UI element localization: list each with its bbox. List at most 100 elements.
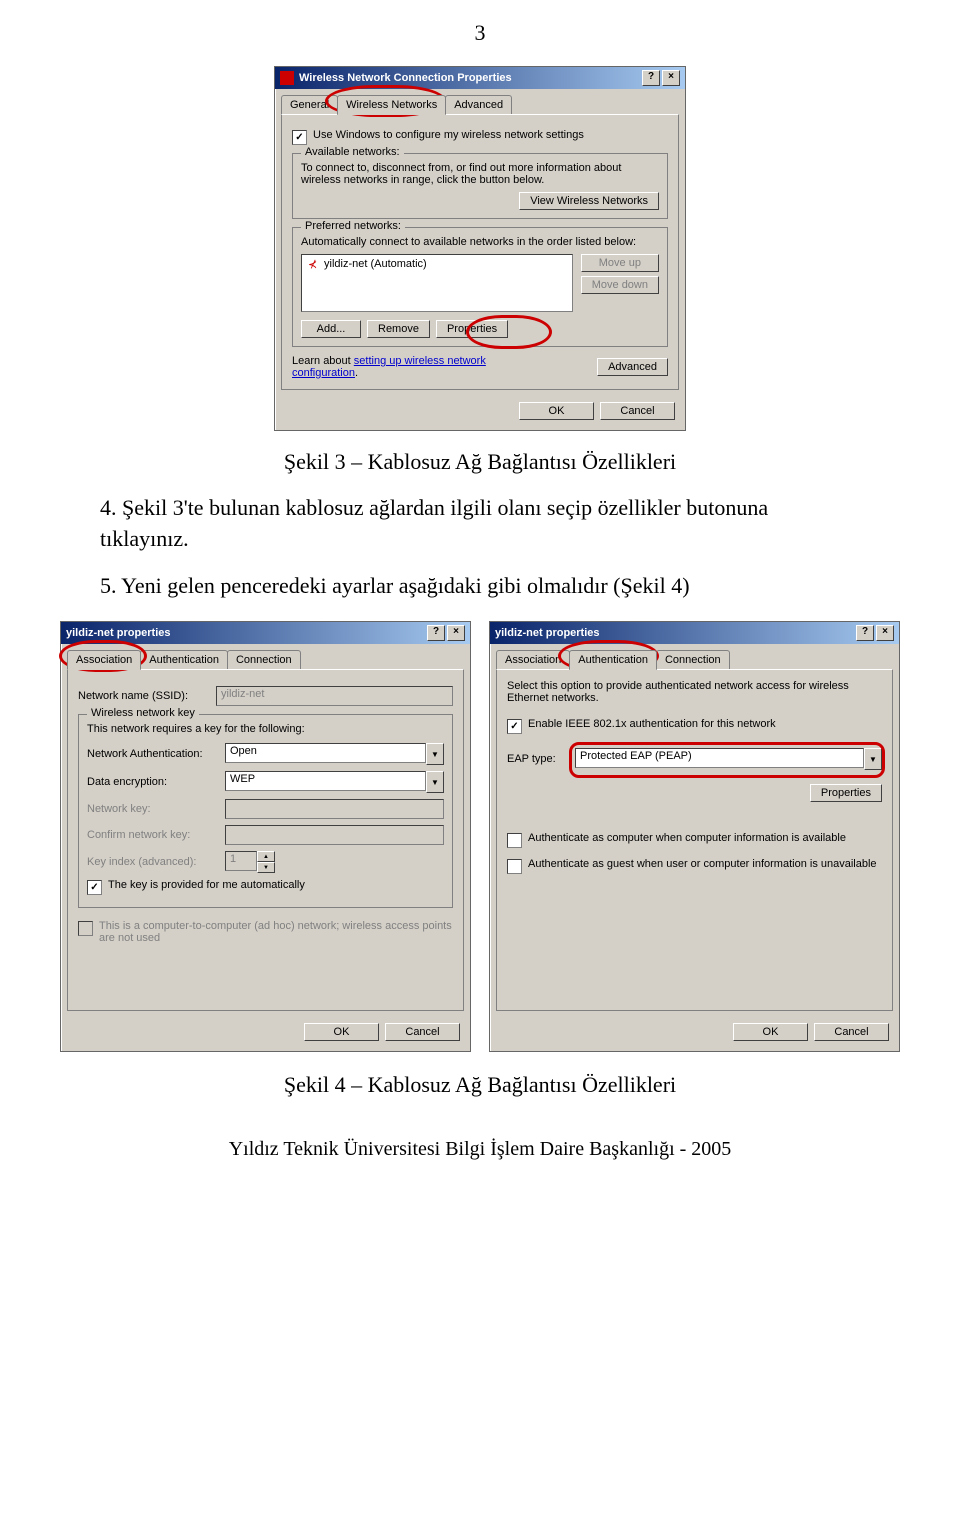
tab-general[interactable]: General [281,95,338,114]
auth-value: Open [225,743,426,763]
confirm-label: Confirm network key: [87,829,217,841]
tabs: Association Authentication Connection [61,644,470,669]
auth-description: Select this option to provide authentica… [507,680,882,704]
auth-computer-label: Authenticate as computer when computer i… [528,832,846,844]
add-button[interactable]: Add... [301,320,361,338]
figure4-caption: Şekil 4 – Kablosuz Ağ Bağlantısı Özellik… [60,1072,900,1098]
instruction-5: 5. Yeni gelen penceredeki ayarlar aşağıd… [100,571,860,602]
figure3-caption: Şekil 3 – Kablosuz Ağ Bağlantısı Özellik… [60,449,900,475]
learn-text: Learn about [292,355,354,367]
adhoc-label: This is a computer-to-computer (ad hoc) … [99,920,453,944]
chevron-down-icon[interactable]: ▼ [426,771,444,793]
view-wireless-button[interactable]: View Wireless Networks [519,192,659,210]
use-windows-checkbox[interactable] [292,130,307,145]
yildiz-properties-association-dialog: yildiz-net properties ? × Association Au… [60,621,471,1052]
ok-button[interactable]: OK [519,402,594,420]
encryption-value: WEP [225,771,426,791]
tab-content: Use Windows to configure my wireless net… [281,114,679,390]
titlebar: yildiz-net properties ? × [490,622,899,644]
chevron-down-icon[interactable]: ▼ [864,748,882,770]
move-up-button[interactable]: Move up [581,254,659,272]
auth-dropdown[interactable]: Open ▼ [225,743,444,765]
key-legend: Wireless network key [87,707,199,719]
close-button[interactable]: × [876,625,894,641]
ssid-label: Network name (SSID): [78,690,208,702]
eap-type-dropdown[interactable]: Protected EAP (PEAP) ▼ [575,748,882,770]
networks-listbox[interactable]: yildiz-net (Automatic) [301,254,573,312]
auth-guest-checkbox[interactable] [507,859,522,874]
tab-connection[interactable]: Connection [227,650,301,669]
key-description: This network requires a key for the foll… [87,723,444,735]
properties-button[interactable]: Properties [436,320,508,338]
help-button[interactable]: ? [427,625,445,641]
tab-advanced[interactable]: Advanced [445,95,512,114]
footer-text: Yıldız Teknik Üniversitesi Bilgi İşlem D… [60,1138,900,1161]
titlebar: Wireless Network Connection Properties ?… [275,67,685,89]
use-windows-label: Use Windows to configure my wireless net… [313,129,584,141]
autokey-label: The key is provided for me automatically [108,879,305,891]
close-button[interactable]: × [447,625,465,641]
list-item[interactable]: yildiz-net (Automatic) [304,257,570,271]
yildiz-properties-authentication-dialog: yildiz-net properties ? × Association Au… [489,621,900,1052]
tab-authentication[interactable]: Authentication [569,650,657,670]
available-networks-group: Available networks: To connect to, disco… [292,153,668,219]
available-description: To connect to, disconnect from, or find … [301,162,659,186]
remove-button[interactable]: Remove [367,320,430,338]
available-legend: Available networks: [301,146,404,158]
tab-association[interactable]: Association [496,650,570,669]
page-number: 3 [60,20,900,46]
close-button[interactable]: × [662,70,680,86]
tab-authentication[interactable]: Authentication [140,650,228,669]
cancel-button[interactable]: Cancel [385,1023,460,1041]
enable-8021x-label: Enable IEEE 802.1x authentication for th… [528,718,776,730]
adhoc-checkbox [78,921,93,936]
key-index-spinner: 1 ▲ ▼ [225,851,275,873]
auth-label: Network Authentication: [87,748,217,760]
index-label: Key index (advanced): [87,856,217,868]
properties-button[interactable]: Properties [810,784,882,802]
netkey-input [225,799,444,819]
preferred-description: Automatically connect to available netwo… [301,236,659,248]
encryption-dropdown[interactable]: WEP ▼ [225,771,444,793]
cancel-button[interactable]: Cancel [600,402,675,420]
help-button[interactable]: ? [856,625,874,641]
confirm-input [225,825,444,845]
preferred-legend: Preferred networks: [301,220,405,232]
network-icon [308,258,320,270]
wireless-icon [280,71,294,85]
auth-computer-checkbox[interactable] [507,833,522,848]
move-down-button[interactable]: Move down [581,276,659,294]
spinner-up-icon: ▲ [257,851,275,862]
tabs: Association Authentication Connection [490,644,899,669]
tab-content: Network name (SSID): yildiz-net Wireless… [67,669,464,1011]
encryption-label: Data encryption: [87,776,217,788]
autokey-checkbox[interactable] [87,880,102,895]
netkey-label: Network key: [87,803,217,815]
tab-wireless-networks[interactable]: Wireless Networks [337,95,446,115]
tab-connection[interactable]: Connection [656,650,730,669]
network-name: yildiz-net (Automatic) [324,258,427,270]
ssid-input: yildiz-net [216,686,453,706]
tabs: General Wireless Networks Advanced [275,89,685,114]
instruction-4: 4. Şekil 3'te bulunan kablosuz ağlardan … [100,493,860,555]
tab-association[interactable]: Association [67,650,141,670]
advanced-button[interactable]: Advanced [597,358,668,376]
index-value: 1 [225,851,257,871]
preferred-networks-group: Preferred networks: Automatically connec… [292,227,668,347]
ok-button[interactable]: OK [304,1023,379,1041]
eap-type-value: Protected EAP (PEAP) [575,748,864,768]
cancel-button[interactable]: Cancel [814,1023,889,1041]
wireless-properties-dialog: Wireless Network Connection Properties ?… [274,66,686,431]
dialog-title: yildiz-net properties [66,627,171,639]
titlebar: yildiz-net properties ? × [61,622,470,644]
spinner-down-icon: ▼ [257,862,275,873]
enable-8021x-checkbox[interactable] [507,719,522,734]
ok-button[interactable]: OK [733,1023,808,1041]
tab-content: Select this option to provide authentica… [496,669,893,1011]
chevron-down-icon[interactable]: ▼ [426,743,444,765]
auth-guest-label: Authenticate as guest when user or compu… [528,858,877,870]
wireless-key-group: Wireless network key This network requir… [78,714,453,908]
help-button[interactable]: ? [642,70,660,86]
dialog-title: Wireless Network Connection Properties [299,72,512,84]
eap-type-label: EAP type: [507,753,567,765]
